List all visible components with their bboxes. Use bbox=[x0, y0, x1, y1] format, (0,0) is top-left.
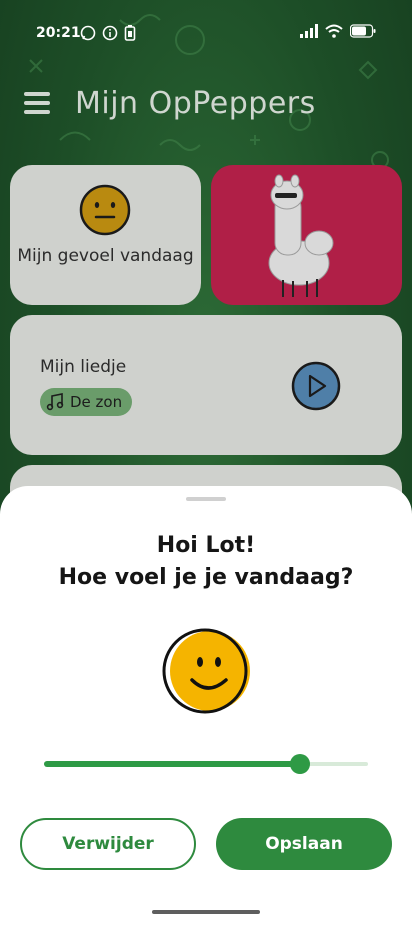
alpaca-card[interactable] bbox=[211, 165, 402, 305]
happy-face-icon bbox=[162, 628, 250, 714]
slider-fill bbox=[44, 761, 300, 767]
delete-button[interactable]: Verwijder bbox=[20, 818, 196, 870]
song-chip[interactable]: De zon bbox=[40, 388, 133, 416]
music-note-icon bbox=[46, 393, 64, 411]
song-card[interactable]: Mijn liedje De zon bbox=[10, 315, 402, 455]
sheet-greeting: Hoi Lot! Hoe voel je je vandaag? bbox=[0, 530, 412, 594]
mood-bottom-sheet: Hoi Lot! Hoe voel je je vandaag? Verwijd… bbox=[0, 486, 412, 925]
greeting-line: Hoi Lot! bbox=[156, 533, 256, 558]
status-bar: 20:21 bbox=[0, 18, 412, 48]
song-card-title: Mijn liedje bbox=[40, 357, 127, 377]
mood-card-label: Mijn gevoel vandaag bbox=[17, 246, 194, 266]
neutral-face-icon bbox=[79, 184, 131, 236]
home-indicator[interactable] bbox=[152, 910, 260, 914]
alpaca-illustration bbox=[268, 174, 334, 297]
whatsapp-icon bbox=[80, 25, 96, 41]
signal-icon bbox=[300, 24, 318, 38]
wifi-icon bbox=[325, 24, 343, 38]
info-icon bbox=[102, 25, 118, 41]
song-chip-label: De zon bbox=[70, 393, 123, 411]
status-time: 20:21 bbox=[36, 25, 81, 41]
play-icon[interactable] bbox=[291, 361, 341, 411]
save-button[interactable]: Opslaan bbox=[216, 818, 392, 870]
question-line: Hoe voel je je vandaag? bbox=[58, 565, 354, 590]
slider-thumb[interactable] bbox=[290, 754, 310, 774]
app-bar: Mijn OpPeppers bbox=[0, 82, 412, 126]
mood-slider[interactable] bbox=[44, 754, 368, 774]
mood-card[interactable]: Mijn gevoel vandaag bbox=[10, 165, 201, 305]
battery-saver-icon bbox=[124, 25, 136, 41]
battery-icon bbox=[350, 24, 376, 38]
page-title: Mijn OpPeppers bbox=[75, 86, 316, 121]
sheet-drag-handle[interactable] bbox=[186, 497, 226, 501]
menu-icon[interactable] bbox=[24, 92, 50, 114]
